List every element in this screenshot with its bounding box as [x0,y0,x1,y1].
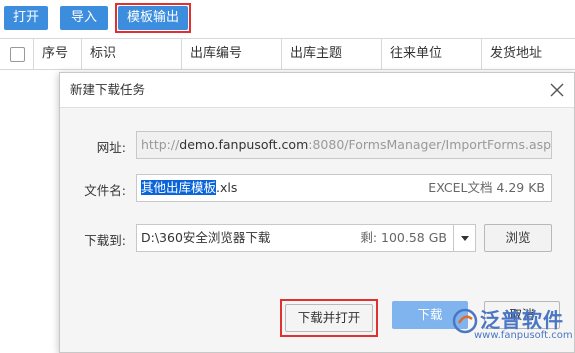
select-all-checkbox[interactable] [10,47,25,62]
dialog-title: 新建下载任务 [70,82,146,97]
filename-label: 文件名: [84,183,126,198]
url-field[interactable]: http://demo.fanpusoft.com:8080/FormsMana… [136,131,552,159]
column-header-ship-address[interactable]: 发货地址 [481,39,575,69]
toolbar: 打开 导入 模板输出 [0,0,575,38]
url-host: demo.fanpusoft.com [179,137,309,152]
path-dropdown-button[interactable] [454,224,476,252]
watermark-url: www.fanpusoft.com [474,330,573,341]
free-space: 剩: 100.58 GB [360,230,447,245]
chevron-down-icon [461,236,469,241]
table-header: 序号 标识 出库编号 出库主题 往来单位 发货地址 [0,38,575,70]
download-path-field[interactable]: D:\360安全浏览器下载 剩: 100.58 GB [136,224,454,252]
filename-field[interactable]: 其他出库模板.xls EXCEL文档 4.29 KB [136,174,552,202]
download-to-label: 下载到: [84,233,126,248]
file-info: EXCEL文档 4.29 KB [428,180,545,195]
column-header-flag[interactable]: 标识 [81,39,181,69]
filename-selected-text: 其他出库模板 [141,180,217,195]
url-rest: :8080/FormsManager/ImportForms.aspx?Fo [308,137,552,152]
download-path: D:\360安全浏览器下载 [141,230,271,245]
column-header-partner[interactable]: 往来单位 [381,39,481,69]
open-button[interactable]: 打开 [4,6,48,30]
dialog-titlebar: 新建下载任务 [60,73,574,108]
url-label: 网址: [96,140,126,155]
url-prefix: http:// [141,137,180,152]
watermark-brand: 泛普软件 [480,308,564,332]
column-header-outbound-number[interactable]: 出库编号 [181,39,281,69]
template-export-button[interactable]: 模板输出 [118,6,188,30]
close-icon[interactable] [550,83,564,97]
import-button[interactable]: 导入 [60,6,108,30]
filename-extension: .xls [216,180,238,195]
column-header-outbound-subject[interactable]: 出库主题 [281,39,381,69]
watermark: 泛普软件 www.fanpusoft.com [434,300,575,353]
column-header-index[interactable]: 序号 [33,39,81,69]
browse-button[interactable]: 浏览 [484,224,552,252]
download-and-open-button[interactable]: 下载并打开 [285,304,373,332]
